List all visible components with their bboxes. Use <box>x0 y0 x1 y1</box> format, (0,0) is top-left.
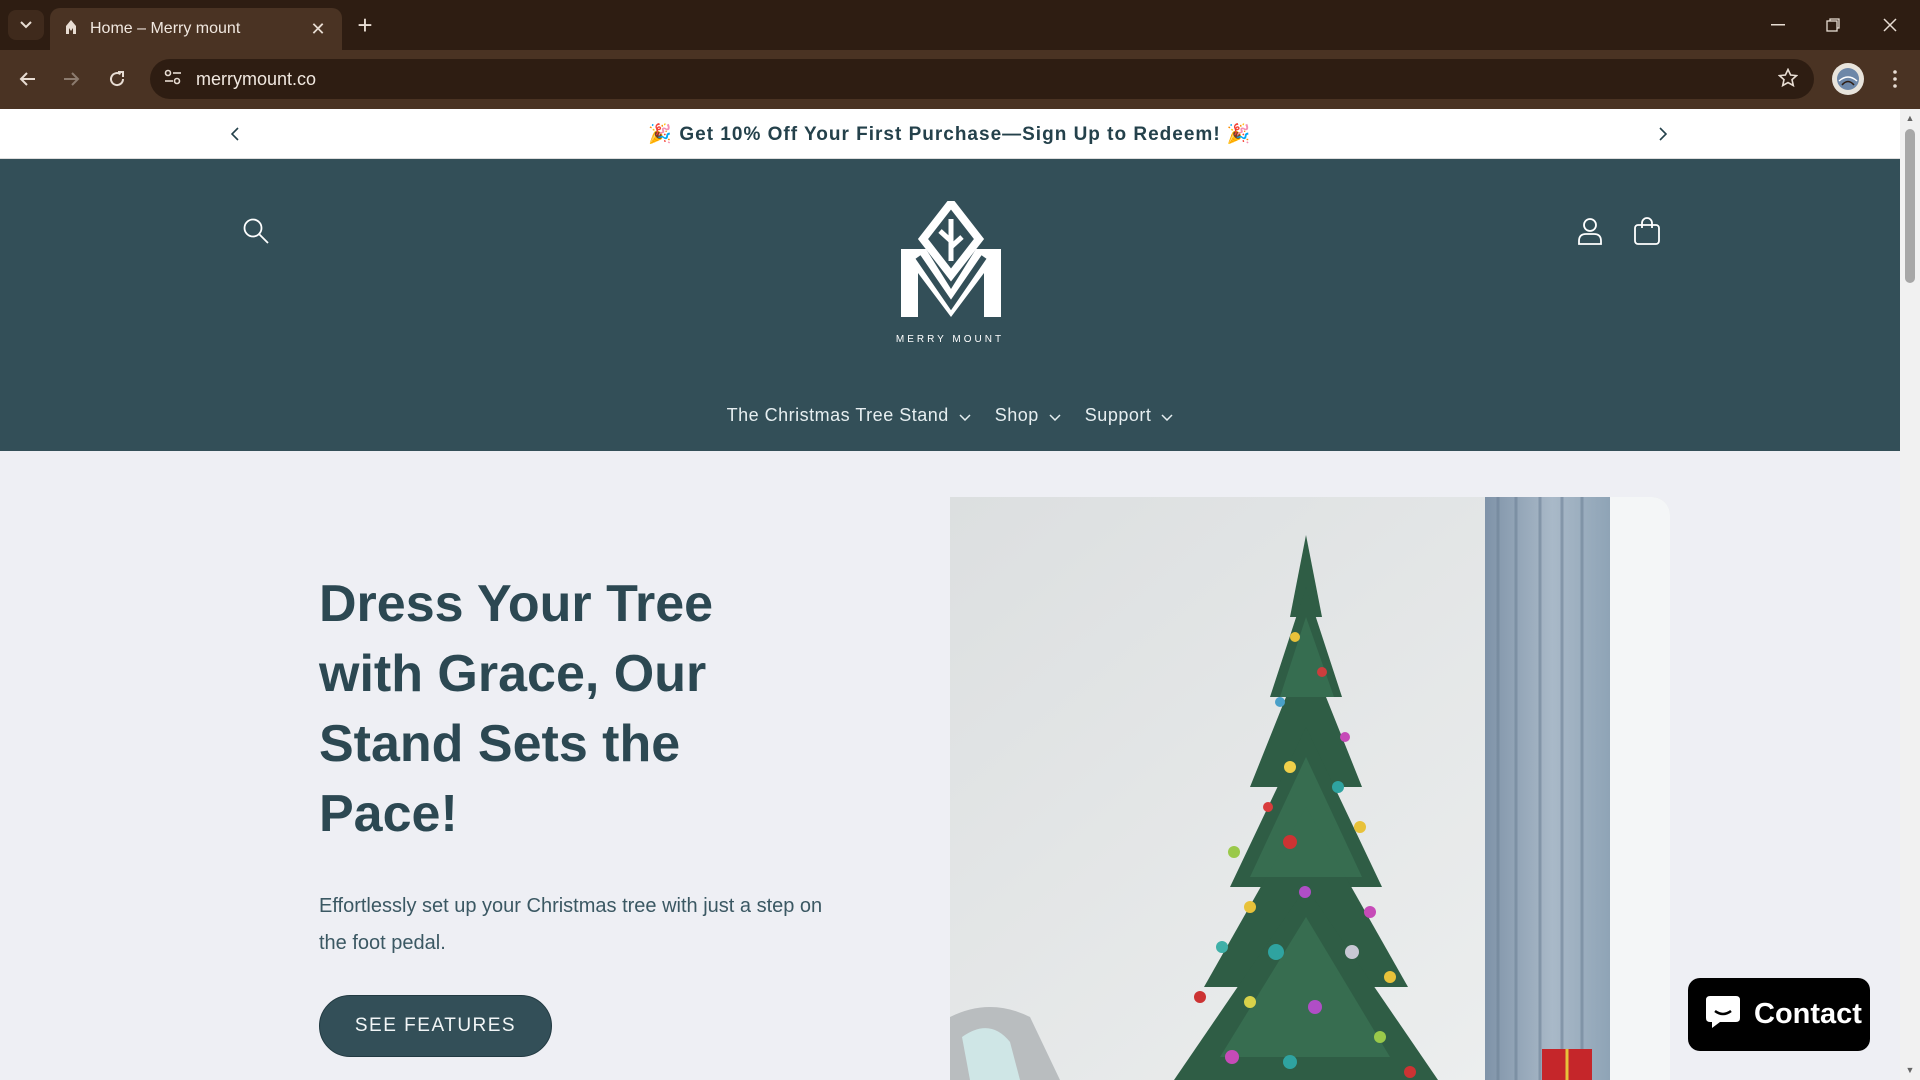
page-viewport: 🎉 Get 10% Off Your First Purchase—Sign U… <box>0 109 1920 1080</box>
forward-icon[interactable] <box>57 64 87 94</box>
chevron-left-icon[interactable] <box>224 123 246 145</box>
close-icon[interactable]: ✕ <box>308 19 328 40</box>
hero-image-christmas-tree <box>950 497 1670 1080</box>
chevron-right-icon[interactable] <box>1652 123 1674 145</box>
chat-bubble-icon <box>1704 994 1742 1035</box>
scroll-up-icon[interactable]: ▲ <box>1905 113 1915 123</box>
chevron-down-icon <box>1161 405 1173 426</box>
browser-toolbar: merrymount.co <box>0 50 1920 109</box>
bookmark-star-icon[interactable] <box>1777 67 1799 93</box>
url-text: merrymount.co <box>196 68 317 89</box>
cart-icon[interactable] <box>1627 211 1667 251</box>
nav-item-label: Shop <box>994 405 1039 425</box>
new-tab-icon[interactable]: + <box>350 10 380 40</box>
profile-avatar-icon[interactable] <box>1832 63 1864 95</box>
merry-mount-logo[interactable] <box>896 196 1006 319</box>
main-navigation: The Christmas Tree Stand Shop Support <box>0 405 1900 426</box>
hero-subtitle: Effortlessly set up your Christmas tree … <box>319 895 823 954</box>
address-bar[interactable]: merrymount.co <box>150 59 1814 99</box>
logo-text: MERRY MOUNT <box>895 334 1005 345</box>
tab-list-icon[interactable] <box>8 10 44 40</box>
contact-label: Contact <box>1754 998 1862 1030</box>
window-close-icon[interactable] <box>1870 8 1910 42</box>
browser-tab[interactable]: Home – Merry mount ✕ <box>50 8 342 50</box>
hero-title: Dress Your Tree with Grace, Our Stand Se… <box>319 575 714 843</box>
search-icon[interactable] <box>236 211 276 251</box>
nav-item-label: The Christmas Tree Stand <box>726 405 949 425</box>
nav-item-support[interactable]: Support <box>1085 405 1174 426</box>
chevron-down-icon <box>959 405 971 426</box>
site-info-icon[interactable] <box>164 69 182 90</box>
page-scrollbar[interactable]: ▲ ▼ <box>1900 109 1920 1080</box>
announcement-bar: 🎉 Get 10% Off Your First Purchase—Sign U… <box>0 109 1900 159</box>
announcement-text[interactable]: 🎉 Get 10% Off Your First Purchase—Sign U… <box>648 122 1251 146</box>
tab-favicon <box>64 19 78 40</box>
account-icon[interactable] <box>1570 211 1610 251</box>
scroll-down-icon[interactable]: ▼ <box>1905 1065 1915 1075</box>
site-header: MERRY MOUNT The Christmas Tree Stand Sho… <box>0 159 1900 451</box>
nav-item-label: Support <box>1084 405 1152 425</box>
scrollbar-thumb[interactable] <box>1905 129 1915 283</box>
see-features-button[interactable]: SEE FEATURES <box>319 995 552 1057</box>
contact-chat-button[interactable]: Contact <box>1688 978 1870 1051</box>
nav-item-christmas-tree-stand[interactable]: The Christmas Tree Stand <box>727 405 971 426</box>
back-icon[interactable] <box>12 64 42 94</box>
nav-item-shop[interactable]: Shop <box>995 405 1061 426</box>
more-menu-icon[interactable] <box>1880 64 1910 94</box>
tab-title: Home – Merry mount <box>90 20 241 37</box>
minimize-icon[interactable] <box>1758 8 1798 42</box>
hero-section: Dress Your Tree with Grace, Our Stand Se… <box>0 451 1900 1080</box>
restore-icon[interactable] <box>1813 8 1853 42</box>
chevron-down-icon <box>1049 405 1061 426</box>
reload-icon[interactable] <box>102 64 132 94</box>
browser-tab-bar: Home – Merry mount ✕ + <box>0 0 1920 50</box>
